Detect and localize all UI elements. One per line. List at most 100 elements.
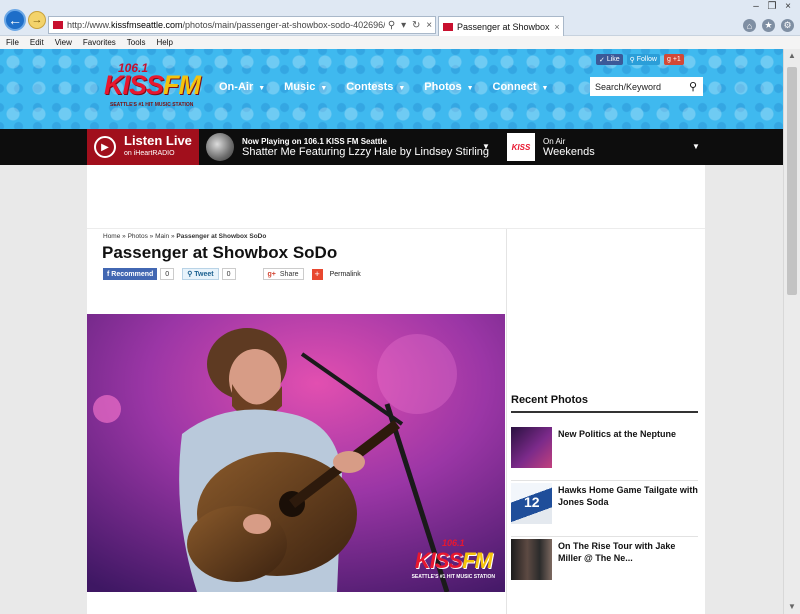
recent-photo-caption[interactable]: New Politics at the Neptune [558,428,698,440]
station-logo[interactable]: 106.1 KISSFM SEATTLE'S #1 HIT MUSIC STAT… [104,61,201,111]
site-search[interactable]: Search/Keyword ⚲ [590,77,703,96]
now-playing-track[interactable]: Shatter Me Featuring Lzzy Hale by Lindse… [242,146,489,158]
nav-on-air[interactable]: On-Air ▼ [219,81,265,93]
google-plus-share-button[interactable]: g+ Share [262,268,304,280]
settings-gear-icon[interactable]: ⚙ [781,19,794,32]
chevron-down-icon: ▼ [258,85,266,92]
site-header: 106.1 KISSFM SEATTLE'S #1 HIT MUSIC STAT… [0,49,783,129]
recent-photo-thumbnail[interactable] [511,539,552,580]
nav-on-air-label: On-Air [219,81,254,93]
google-plus-icon: g+ [267,270,276,278]
google-plus-button[interactable]: g +1 [663,54,684,65]
search-input[interactable]: Search/Keyword [590,82,683,92]
restore-icon[interactable]: ❐ [764,0,780,14]
back-arrow-icon[interactable]: ← [4,9,26,31]
chevron-down-icon[interactable]: ▼ [482,142,490,151]
follow-label: Follow [636,56,657,63]
breadcrumb: Home » Photos » Main » Passenger at Show… [103,233,267,240]
nav-connect-label: Connect [492,81,537,93]
tab-close-icon[interactable]: × [551,22,563,32]
recent-photo-caption[interactable]: Hawks Home Game Tailgate with Jones Soda [558,484,698,508]
nav-contests[interactable]: Contests ▼ [346,81,405,93]
chevron-down-icon: ▼ [466,85,474,92]
on-air-label: On Air [543,137,566,146]
share-bar: f Recommend 0 ⚲ Tweet 0 g+ Share + Permal… [103,268,361,280]
forward-arrow-icon[interactable]: → [28,11,46,29]
facebook-recommend-button[interactable]: f Recommend [103,268,158,280]
plus-icon[interactable]: + [311,268,323,280]
gplus-label: +1 [672,56,681,63]
recent-photo-thumbnail[interactable]: 12 [511,483,552,524]
menu-file[interactable]: File [6,36,19,49]
browser-tab[interactable]: Passenger at Showbox SoDo... × [438,16,564,36]
url-domain: kissfmseattle.com [111,20,183,30]
logo-kiss: KISS [104,70,164,100]
favorites-star-icon[interactable]: ★ [762,19,775,32]
minimize-icon[interactable]: – [748,0,764,14]
logo-tagline: SEATTLE'S #1 HIT MUSIC STATION [110,102,194,108]
scroll-thumb[interactable] [787,67,797,295]
gallery-photo[interactable]: 106.1 KISSFM SEATTLE'S #1 HIT MUSIC STAT… [87,314,505,592]
menu-help[interactable]: Help [156,36,172,49]
close-icon[interactable]: × [426,20,432,31]
recent-photos-heading: Recent Photos [511,394,589,406]
now-playing-label: Now Playing on 106.1 KISS FM Seattle [242,137,387,146]
vertical-scrollbar[interactable]: ▲ ▼ [783,49,800,614]
nav-photos[interactable]: Photos ▼ [424,81,473,93]
tweet-count: 0 [221,268,236,280]
scroll-down-arrow-icon[interactable]: ▼ [784,600,800,614]
chevron-down-icon[interactable]: ▼ [692,142,700,151]
main-content: Home » Photos » Main » Passenger at Show… [87,165,705,614]
refresh-icon[interactable]: ↻ [412,20,420,31]
menu-edit[interactable]: Edit [30,36,44,49]
ad-banner-area [87,165,705,229]
nav-music[interactable]: Music ▼ [284,81,327,93]
url-path: /photos/main/passenger-at-showbox-sodo-4… [182,20,385,30]
listen-live-label: Listen Live [124,133,192,148]
facebook-like-button[interactable]: ✓ Like [596,54,623,65]
address-bar[interactable]: http://www.kissfmseattle.com/photos/main… [48,16,436,34]
window-close-icon[interactable]: × [780,0,796,14]
chevron-down-icon: ▼ [398,85,406,92]
breadcrumb-photos[interactable]: Photos [128,233,148,240]
watermark-kiss: KISS [414,548,463,573]
nav-connect[interactable]: Connect ▼ [493,81,549,93]
recommend-count: 0 [160,268,175,280]
browser-toolbar: ← → http://www.kissfmseattle.com/photos/… [0,0,800,36]
address-url[interactable]: http://www.kissfmseattle.com/photos/main… [67,20,385,30]
breadcrumb-home[interactable]: Home [103,233,120,240]
dropdown-arrow-icon[interactable]: ▾ [401,20,406,31]
now-playing-artwork [206,133,234,161]
url-prefix: http://www. [67,20,112,30]
iheartradio-label: on iHeartRADIO [124,150,175,157]
chevron-down-icon: ▼ [541,85,549,92]
menu-tools[interactable]: Tools [127,36,146,49]
recent-photo-caption[interactable]: On The Rise Tour with Jake Miller @ The … [558,540,698,564]
on-air-logo: KISS [507,133,535,161]
on-air-show[interactable]: Weekends [543,146,595,158]
chevron-down-icon: ▼ [320,85,328,92]
column-divider [506,229,507,614]
list-item[interactable]: 12 Hawks Home Game Tailgate with Jones S… [511,483,698,537]
home-icon[interactable]: ⌂ [743,19,756,32]
nav-photos-label: Photos [424,81,462,93]
search-icon[interactable]: ⚲ [683,77,703,96]
listen-live-button[interactable]: ▶ Listen Live on iHeartRADIO [87,129,199,165]
site-favicon-icon [53,21,63,29]
scroll-up-arrow-icon[interactable]: ▲ [784,49,800,63]
permalink-link[interactable]: Permalink [330,271,361,278]
list-item[interactable]: New Politics at the Neptune [511,427,698,481]
menu-favorites[interactable]: Favorites [83,36,116,49]
main-nav: On-Air ▼ Music ▼ Contests ▼ Photos ▼ Connect… [219,81,567,93]
list-item[interactable]: On The Rise Tour with Jake Miller @ The … [511,539,698,593]
nav-contests-label: Contests [346,81,394,93]
tweet-button[interactable]: ⚲ Tweet [182,268,219,280]
breadcrumb-main[interactable]: Main [155,233,169,240]
search-icon[interactable]: ⚲ [388,20,395,31]
menu-view[interactable]: View [55,36,72,49]
watermark-frequency: 106.1 [442,538,465,548]
tab-favicon-icon [443,22,453,31]
recent-photo-thumbnail[interactable] [511,427,552,468]
thumbnail-number: 12 [524,494,540,510]
twitter-follow-button[interactable]: ⚲ Follow [626,54,660,65]
